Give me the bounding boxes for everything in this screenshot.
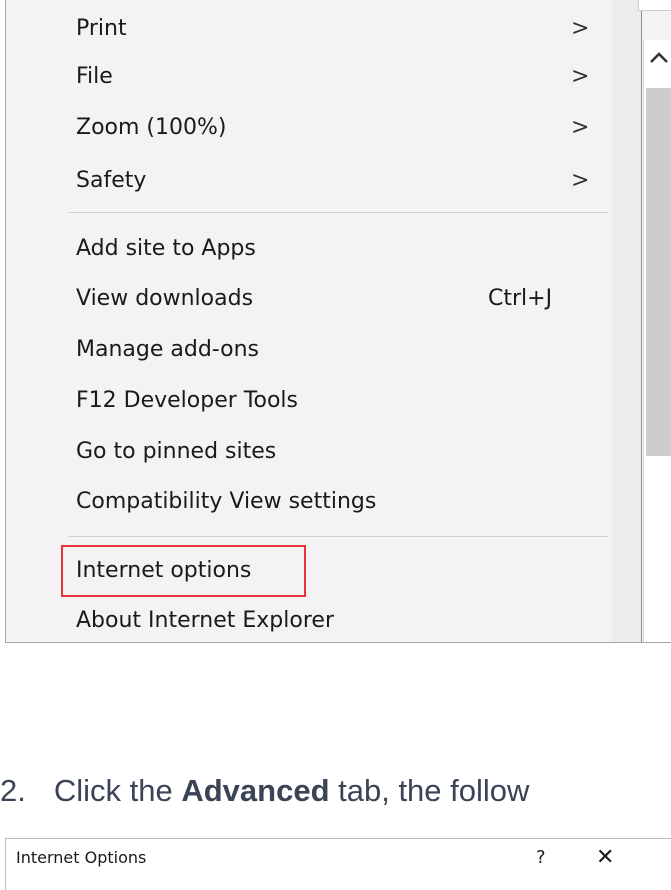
menu-item-developer-tools[interactable]: F12 Developer Tools xyxy=(6,376,611,426)
menu-item-add-site-to-apps[interactable]: Add site to Apps xyxy=(6,224,611,274)
menu-item-label: Manage add-ons xyxy=(76,337,260,362)
highlight-box xyxy=(61,545,306,597)
menu-item-label: View downloads xyxy=(76,286,254,311)
submenu-arrow-icon: > xyxy=(571,115,590,140)
menu-item-pinned-sites[interactable]: Go to pinned sites xyxy=(6,427,611,477)
menu-item-print[interactable]: Print > xyxy=(6,4,611,54)
menu-item-view-downloads[interactable]: View downloads Ctrl+J xyxy=(6,274,611,324)
menu-scrollbar[interactable] xyxy=(612,0,642,642)
page-area-top xyxy=(638,0,671,11)
internet-options-dialog: Internet Options ? ✕ xyxy=(5,838,671,890)
menu-item-label: Add site to Apps xyxy=(76,236,256,261)
step-text-before: Click the xyxy=(53,773,182,808)
menu-item-file[interactable]: File > xyxy=(6,52,611,102)
step-text-after: tab, the follow xyxy=(329,773,530,808)
menu-item-label: Compatibility View settings xyxy=(76,489,377,514)
menu-item-about-ie[interactable]: About Internet Explorer xyxy=(6,596,611,646)
close-icon[interactable]: ✕ xyxy=(596,839,614,877)
menu-separator xyxy=(68,536,608,537)
submenu-arrow-icon: > xyxy=(571,168,590,193)
menu-item-label: Print xyxy=(76,16,127,41)
scroll-thumb[interactable] xyxy=(646,88,671,456)
menu-item-label: File xyxy=(76,64,113,89)
menu-shortcut: Ctrl+J xyxy=(488,286,553,311)
menu-item-label: Safety xyxy=(76,168,147,193)
chevron-up-icon[interactable] xyxy=(647,42,671,72)
submenu-arrow-icon: > xyxy=(571,64,590,89)
menu-item-manage-add-ons[interactable]: Manage add-ons xyxy=(6,325,611,375)
menu-item-zoom[interactable]: Zoom (100%) > xyxy=(6,103,611,153)
ie-tools-menu: Print > File > Zoom (100%) > Safety > Ad… xyxy=(5,0,671,643)
menu-item-label: About Internet Explorer xyxy=(76,608,334,633)
menu-item-label: Zoom (100%) xyxy=(76,115,227,140)
step-text-bold: Advanced xyxy=(181,773,330,808)
menu-item-label: F12 Developer Tools xyxy=(76,388,298,413)
step-number: 2. xyxy=(0,773,26,808)
menu-item-compatibility-view[interactable]: Compatibility View settings xyxy=(6,477,611,527)
menu-separator xyxy=(68,212,608,213)
help-icon[interactable]: ? xyxy=(536,839,546,877)
submenu-arrow-icon: > xyxy=(571,16,590,41)
menu-item-safety[interactable]: Safety > xyxy=(6,156,611,206)
menu-item-label: Go to pinned sites xyxy=(76,439,277,464)
instruction-step: 2. Click the Advanced tab, the follow xyxy=(0,773,529,809)
dialog-title: Internet Options xyxy=(16,848,147,867)
